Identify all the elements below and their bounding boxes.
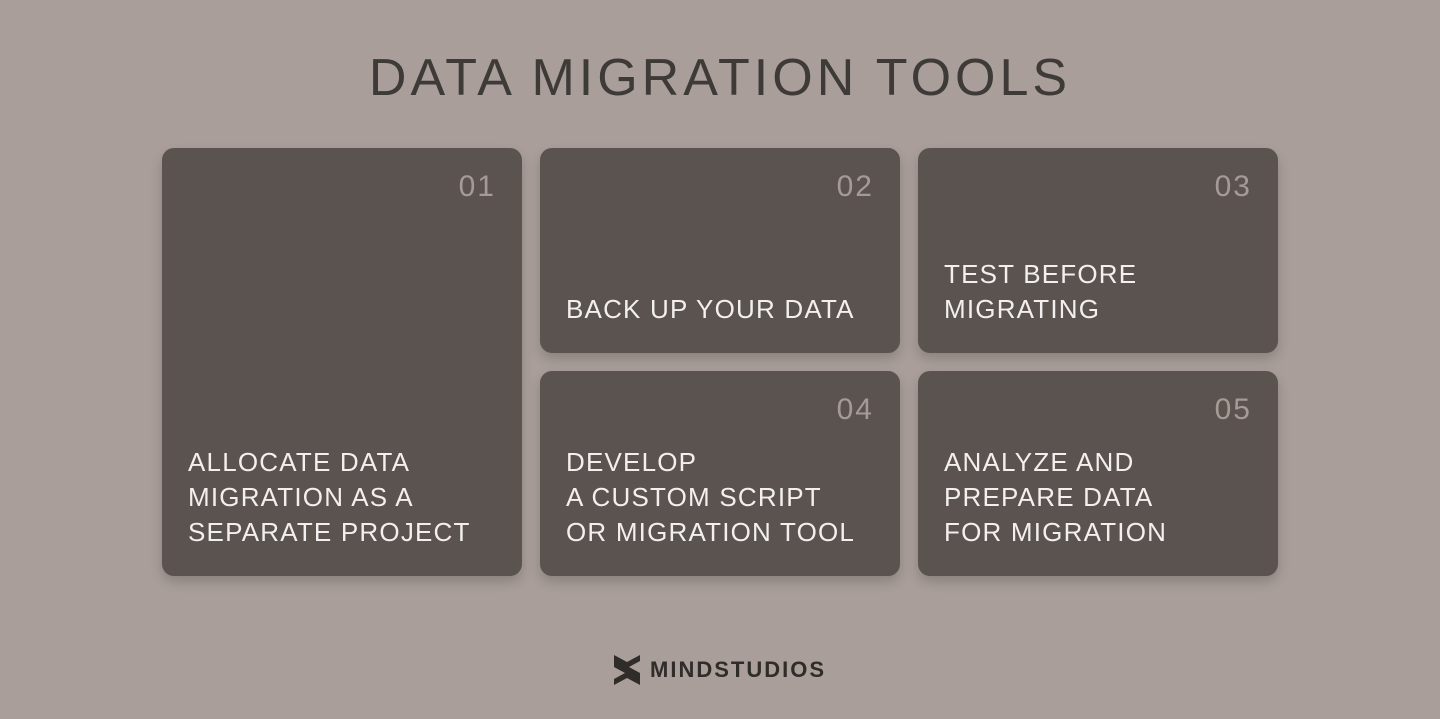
brand-name: MINDSTUDIOS bbox=[650, 657, 826, 683]
page-title: DATA MIGRATION TOOLS bbox=[369, 48, 1071, 108]
card-number: 03 bbox=[1215, 170, 1252, 204]
card-04: 04 DEVELOP A CUSTOM SCRIPT OR MIGRATION … bbox=[540, 371, 900, 576]
card-02: 02 BACK UP YOUR DATA bbox=[540, 148, 900, 353]
card-number: 02 bbox=[837, 170, 874, 204]
card-01: 01 ALLOCATE DATA MIGRATION AS A SEPARATE… bbox=[162, 148, 522, 576]
card-text: BACK UP YOUR DATA bbox=[566, 292, 874, 327]
card-text: ANALYZE AND PREPARE DATA FOR MIGRATION bbox=[944, 445, 1252, 550]
page: DATA MIGRATION TOOLS 01 ALLOCATE DATA MI… bbox=[0, 0, 1440, 719]
brand-logo-icon bbox=[614, 655, 640, 685]
card-05: 05 ANALYZE AND PREPARE DATA FOR MIGRATIO… bbox=[918, 371, 1278, 576]
card-number: 04 bbox=[837, 393, 874, 427]
card-grid: 01 ALLOCATE DATA MIGRATION AS A SEPARATE… bbox=[162, 148, 1278, 576]
card-text: ALLOCATE DATA MIGRATION AS A SEPARATE PR… bbox=[188, 445, 496, 550]
card-text: DEVELOP A CUSTOM SCRIPT OR MIGRATION TOO… bbox=[566, 445, 874, 550]
card-number: 05 bbox=[1215, 393, 1252, 427]
card-text: TEST BEFORE MIGRATING bbox=[944, 257, 1252, 327]
footer: MINDSTUDIOS bbox=[0, 655, 1440, 685]
card-03: 03 TEST BEFORE MIGRATING bbox=[918, 148, 1278, 353]
card-number: 01 bbox=[459, 170, 496, 204]
